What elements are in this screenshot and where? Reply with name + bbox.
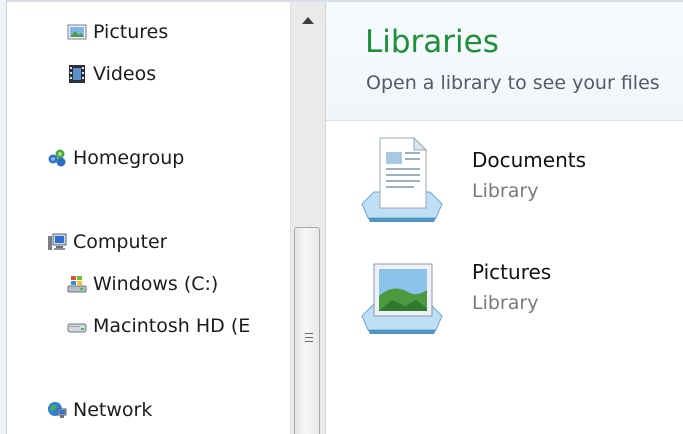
library-name: Pictures: [472, 260, 552, 284]
arrow-up-icon: [302, 17, 314, 24]
page-title: Libraries: [365, 24, 499, 60]
nav-item-pictures[interactable]: Pictures: [67, 17, 168, 47]
nav-item-videos[interactable]: Videos: [67, 59, 156, 89]
nav-item-label: Network: [73, 399, 153, 421]
documents-library-icon: [360, 134, 444, 224]
nav-item-label: Homegroup: [73, 147, 185, 169]
pictures-icon: [67, 22, 87, 42]
network-icon: [47, 400, 67, 420]
computer-icon: [47, 232, 67, 252]
nav-item-network[interactable]: Network: [47, 395, 152, 425]
nav-item-label: Macintosh HD (E: [93, 315, 251, 337]
nav-item-label: Videos: [93, 63, 157, 85]
homegroup-icon: [47, 148, 67, 168]
grip-icon: [305, 333, 313, 342]
scroll-thumb[interactable]: [294, 227, 320, 434]
videos-icon: [67, 64, 87, 84]
explorer-window: Pictures Videos Homegroup Computer Windo…: [0, 0, 683, 434]
nav-scrollbar[interactable]: [290, 2, 326, 434]
libraries-header: Libraries Open a library to see your fil…: [326, 2, 683, 121]
pictures-library-icon: [360, 246, 444, 336]
nav-item-label: Pictures: [93, 21, 169, 43]
nav-item-macintosh-hd[interactable]: Macintosh HD (E: [67, 311, 250, 341]
library-type: Library: [472, 180, 539, 202]
hard-drive-icon: [67, 316, 87, 336]
content-pane: Libraries Open a library to see your fil…: [326, 2, 683, 434]
window-left-border: [0, 0, 7, 434]
nav-item-label: Windows (C:): [93, 273, 219, 295]
page-subtitle: Open a library to see your files: [366, 72, 660, 94]
library-type: Library: [472, 292, 539, 314]
navigation-pane: Pictures Videos Homegroup Computer Windo…: [7, 2, 290, 434]
scroll-up-button[interactable]: [291, 2, 325, 36]
nav-item-windows-c[interactable]: Windows (C:): [67, 269, 218, 299]
nav-item-computer[interactable]: Computer: [47, 227, 167, 257]
nav-item-homegroup[interactable]: Homegroup: [47, 143, 184, 173]
windows-drive-icon: [67, 274, 87, 294]
library-item-pictures[interactable]: Pictures Library: [360, 246, 680, 342]
nav-item-label: Computer: [73, 231, 168, 253]
library-name: Documents: [472, 148, 587, 172]
library-item-documents[interactable]: Documents Library: [360, 134, 680, 230]
